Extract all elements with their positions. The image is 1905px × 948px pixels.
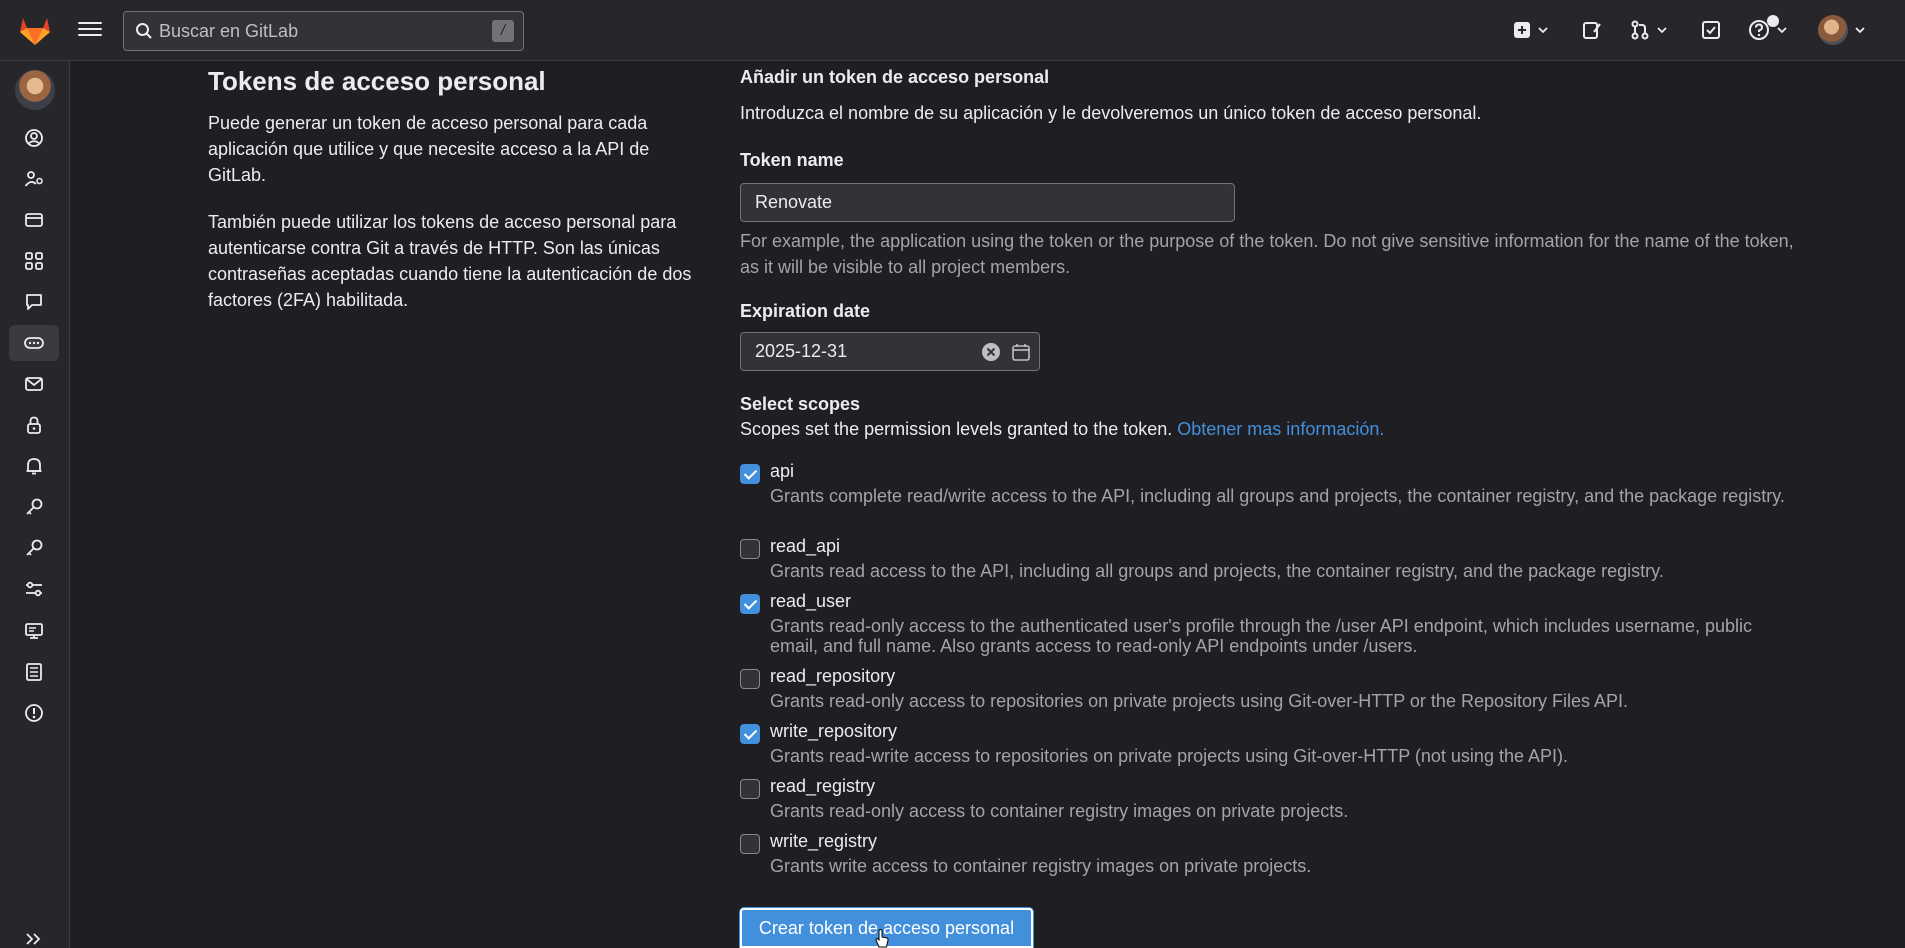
scope-checkbox[interactable] (740, 724, 760, 744)
sidebar-item-emails[interactable] (9, 366, 59, 402)
search-placeholder: Buscar en GitLab (159, 21, 299, 41)
lock-icon (27, 416, 41, 434)
select-scopes-label: Select scopes (740, 394, 861, 414)
profile-icon (25, 129, 43, 147)
sidebar-item-authentication-log[interactable] (9, 654, 59, 690)
key-icon (26, 498, 43, 515)
monitor-icon (25, 623, 43, 639)
scope-description: Grants read-only access to the authentic… (770, 616, 1753, 656)
scope-name: read_api (770, 536, 841, 556)
scope-name: read_user (770, 591, 852, 611)
applications-icon (25, 252, 43, 270)
scopes-help-text: Scopes set the permission levels granted… (740, 419, 1173, 439)
user-menu-button[interactable] (1818, 15, 1866, 45)
create-new-button[interactable] (1513, 16, 1549, 44)
scope-name: write_registry (770, 831, 878, 851)
sidebar-item-notifications[interactable] (9, 448, 59, 484)
top-bar: Buscar en GitLab / (0, 0, 1905, 61)
learn-more-link[interactable]: Obtener mas información. (1177, 419, 1384, 439)
scope-description: Grants read access to the API, including… (770, 561, 1664, 581)
bell-icon (26, 458, 42, 475)
sidebar-item-preferences[interactable] (9, 571, 59, 607)
chat-icon (26, 294, 42, 310)
expiration-date-value: 2025-12-31 (755, 341, 848, 361)
billing-icon (25, 213, 43, 227)
sidebar-item-access-tokens[interactable] (9, 325, 59, 361)
scope-description: Grants write access to container registr… (770, 856, 1312, 876)
notification-dot (1767, 15, 1779, 27)
plus-square-icon (1514, 22, 1530, 38)
sidebar-avatar[interactable] (15, 70, 55, 110)
expand-sidebar-icon[interactable] (22, 927, 46, 948)
chevron-down-icon (1657, 27, 1667, 34)
expiration-date-label: Expiration date (740, 301, 871, 321)
merge-requests-button[interactable] (1630, 16, 1668, 44)
search-icon (136, 23, 152, 39)
sidebar-item-account[interactable] (9, 161, 59, 197)
scope-checkbox[interactable] (740, 779, 760, 799)
issues-button[interactable] (1582, 16, 1602, 44)
chevron-down-icon (1777, 27, 1787, 34)
scope-name: read_registry (770, 776, 876, 796)
scopes-help: Scopes set the permission levels granted… (740, 416, 1800, 442)
clear-icon[interactable] (981, 342, 1001, 362)
todo-checkbox-icon (1702, 21, 1720, 39)
token-name-help: For example, the application using the t… (740, 231, 1794, 277)
sidebar-item-password[interactable] (9, 407, 59, 443)
todos-button[interactable] (1701, 16, 1721, 44)
scope-description: Grants read-only access to repositories … (770, 691, 1629, 711)
token-name-label: Token name (740, 150, 844, 170)
intro-paragraph: Puede generar un token de acceso persona… (208, 113, 650, 185)
expiration-date-input[interactable]: 2025-12-31 (740, 332, 1040, 371)
settings-sidebar (0, 61, 70, 948)
token-name-input[interactable]: Renovate (740, 183, 1235, 222)
scope-checkbox[interactable] (740, 669, 760, 689)
scope-description: Grants complete read/write access to the… (770, 486, 1785, 506)
form-intro: Introduzca el nombre de su aplicación y … (740, 103, 1482, 123)
scope-checkbox[interactable] (740, 594, 760, 614)
calendar-icon[interactable] (1011, 342, 1031, 362)
access-tokens-icon (24, 337, 44, 349)
scope-checkbox[interactable] (740, 464, 760, 484)
sidebar-item-ssh-keys[interactable] (9, 489, 59, 525)
hand-cursor-icon (875, 929, 889, 948)
gauge-icon (25, 704, 43, 722)
sidebar-item-chat[interactable] (9, 284, 59, 320)
search-shortcut-badge: / (492, 20, 514, 42)
sidebar-item-billing[interactable] (9, 202, 59, 238)
page-title: Tokens de acceso personal (208, 66, 546, 96)
menu-icon[interactable] (78, 18, 102, 42)
scope-description: Grants read-only access to container reg… (770, 801, 1349, 821)
emails-icon (25, 377, 43, 391)
issues-icon (1583, 22, 1601, 39)
merge-request-icon (1631, 20, 1649, 40)
scope-name: write_repository (770, 721, 898, 741)
sidebar-item-profile[interactable] (9, 120, 59, 156)
chevron-down-icon (1538, 27, 1548, 34)
scope-checkbox[interactable] (740, 539, 760, 559)
chevron-down-icon (1855, 27, 1865, 34)
intro-paragraph: También puede utilizar los tokens de acc… (208, 212, 692, 310)
sidebar-item-active-sessions[interactable] (9, 613, 59, 649)
avatar (1818, 15, 1848, 45)
account-icon (24, 171, 43, 187)
scope-name: read_repository (770, 666, 896, 686)
key-icon (26, 539, 43, 556)
gitlab-logo-icon[interactable] (17, 12, 53, 48)
scope-name: api (770, 461, 795, 481)
form-heading: Añadir un token de acceso personal (740, 67, 1050, 87)
sidebar-item-gpg-keys[interactable] (9, 530, 59, 566)
sidebar-item-applications[interactable] (9, 243, 59, 279)
search-input[interactable]: Buscar en GitLab / (123, 11, 524, 51)
log-icon (26, 663, 42, 681)
sidebar-item-usage-quotas[interactable] (9, 695, 59, 731)
preferences-icon (26, 581, 42, 597)
scope-checkbox[interactable] (740, 834, 760, 854)
scope-description: Grants read-write access to repositories… (770, 746, 1568, 766)
